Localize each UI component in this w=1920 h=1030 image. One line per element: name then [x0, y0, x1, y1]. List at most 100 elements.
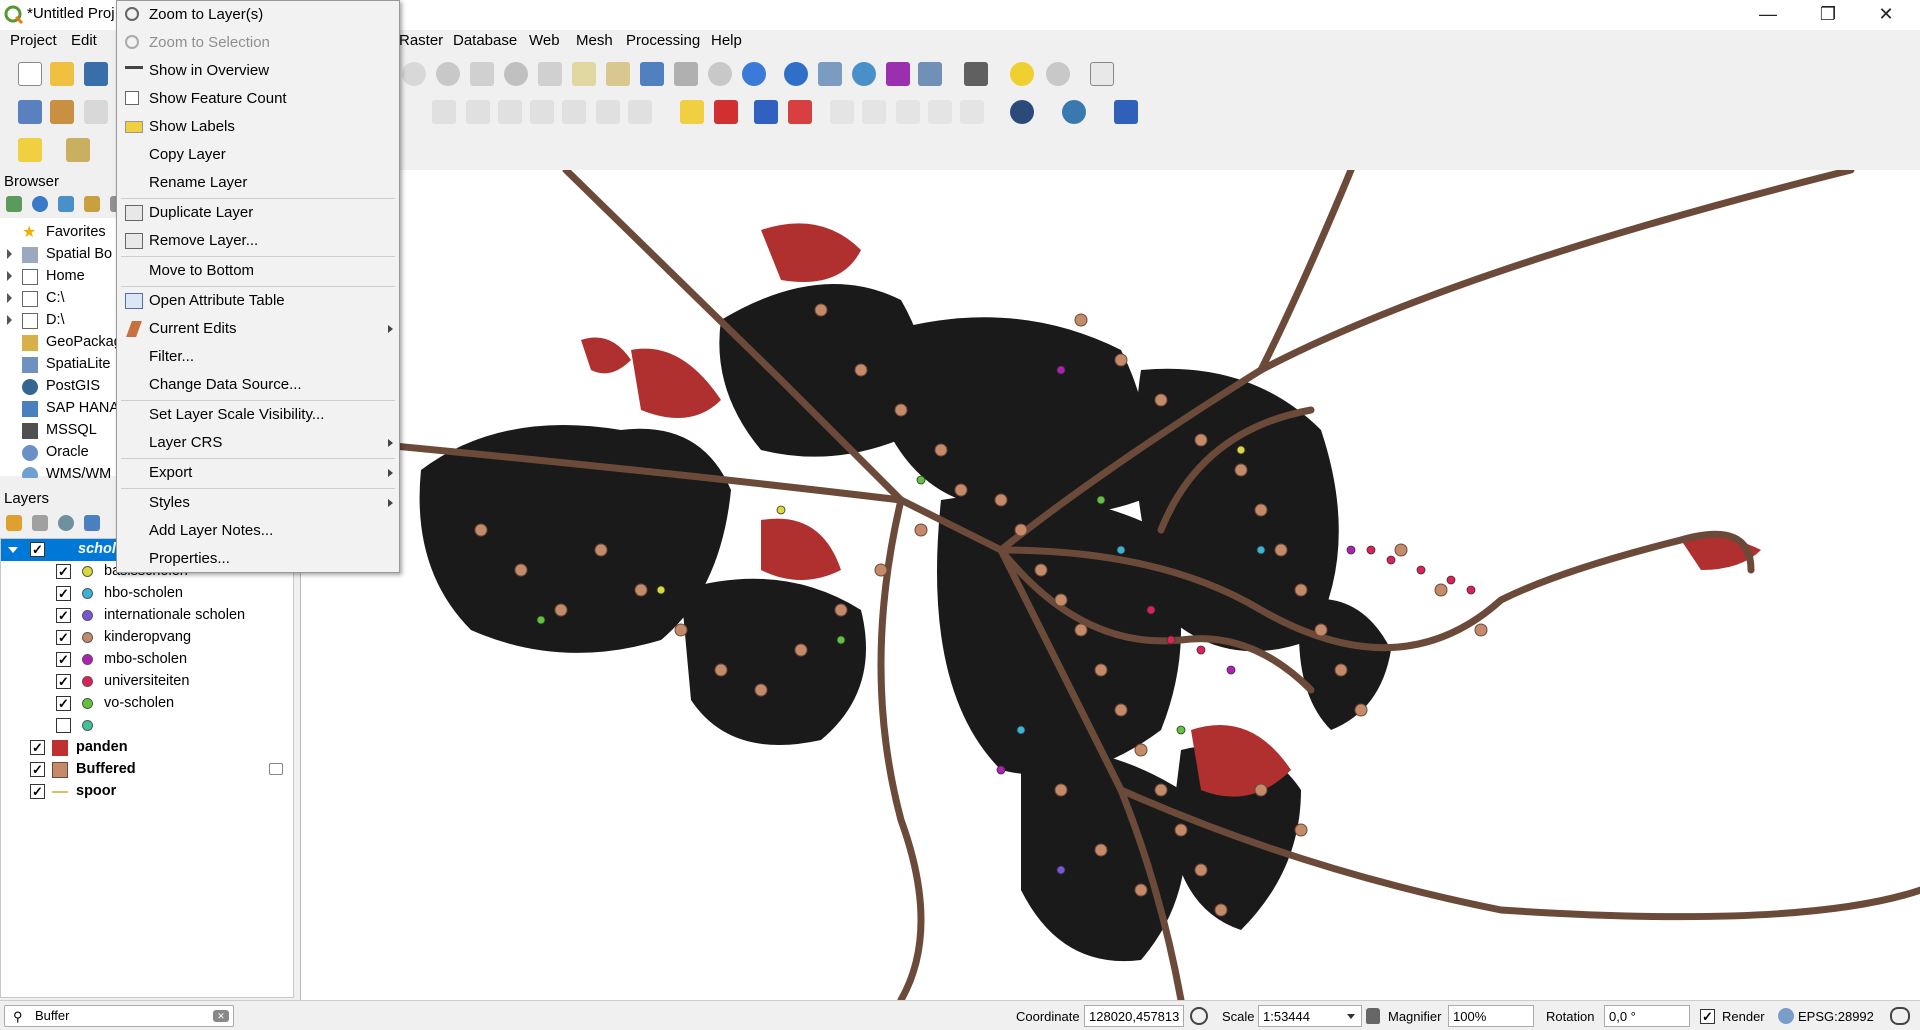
temporal-controller-icon[interactable] — [708, 62, 732, 86]
layer-visibility-checkbox[interactable]: ✓ — [30, 784, 45, 799]
menu-help[interactable]: Help — [711, 32, 742, 49]
restore-button[interactable]: ❐ — [1800, 0, 1856, 30]
sublayer-checkbox[interactable]: ✓ — [56, 564, 71, 579]
map-tips-icon[interactable] — [1010, 62, 1034, 86]
menu-item-export[interactable]: Export — [117, 460, 399, 486]
layer-visibility-checkbox[interactable]: ✓ — [30, 542, 45, 557]
messages-icon[interactable] — [1890, 1007, 1910, 1025]
change-label-icon[interactable] — [896, 100, 920, 124]
sublayer-checkbox[interactable]: ✓ — [56, 696, 71, 711]
zoom-next-icon[interactable] — [606, 62, 630, 86]
browser-refresh-icon[interactable] — [32, 196, 48, 212]
menu-project[interactable]: Project — [10, 32, 57, 49]
locator-search-input[interactable] — [35, 1008, 205, 1023]
select-features-icon[interactable] — [18, 138, 42, 162]
menu-item-open-attribute-table[interactable]: Open Attribute Table — [117, 288, 399, 314]
help-icon[interactable] — [1114, 100, 1138, 124]
menu-edit[interactable]: Edit — [71, 32, 97, 49]
delete-feature-icon[interactable] — [466, 100, 490, 124]
move-label-icon[interactable] — [830, 100, 854, 124]
filter-browser-icon[interactable] — [58, 196, 74, 212]
layer-visibility-checkbox[interactable]: ✓ — [30, 762, 45, 777]
sublayer-vo-scholen[interactable]: ✓ vo-scholen — [1, 693, 295, 715]
zoom-in-icon[interactable] — [402, 62, 426, 86]
paste-icon[interactable] — [562, 100, 586, 124]
redo-icon[interactable] — [628, 100, 652, 124]
menu-item-rename-layer[interactable]: Rename Layer — [117, 170, 399, 196]
temporary-layer-icon[interactable] — [269, 763, 283, 775]
field-calculator-icon[interactable] — [918, 62, 942, 86]
menu-item-zoom-to-selection[interactable]: Zoom to Selection — [117, 30, 399, 56]
label-properties-icon[interactable] — [960, 100, 984, 124]
label-abc-icon[interactable] — [680, 100, 704, 124]
toggle-extents-icon[interactable] — [1190, 1007, 1208, 1025]
zoom-last-icon[interactable] — [572, 62, 596, 86]
clear-search-icon[interactable]: ✕ — [213, 1010, 229, 1022]
sublayer-universiteiten[interactable]: ✓ universiteiten — [1, 671, 295, 693]
menu-item-set-scale-visibility[interactable]: Set Layer Scale Visibility... — [117, 402, 399, 428]
refresh-icon[interactable] — [742, 62, 766, 86]
menu-item-filter[interactable]: Filter... — [117, 344, 399, 370]
menu-item-copy-layer[interactable]: Copy Layer — [117, 142, 399, 168]
rotate-label-icon[interactable] — [862, 100, 886, 124]
sublayer-kinderopvang[interactable]: ✓ kinderopvang — [1, 627, 295, 649]
toolbox-gear-icon[interactable] — [852, 62, 876, 86]
layer-group-scholen[interactable]: ✓ schol — [1, 539, 125, 561]
pin-labels-icon[interactable] — [754, 100, 778, 124]
menu-raster[interactable]: Raster — [399, 32, 443, 49]
locator-search-box[interactable]: ⚲ ✕ — [4, 1005, 234, 1027]
new-geopackage-icon[interactable] — [50, 100, 74, 124]
menu-item-styles[interactable]: Styles — [117, 490, 399, 516]
menu-web[interactable]: Web — [529, 32, 560, 49]
chevron-down-icon[interactable] — [1347, 1014, 1355, 1019]
zoom-layer-icon[interactable] — [504, 62, 528, 86]
measure-icon[interactable] — [964, 62, 988, 86]
sublayer-checkbox[interactable]: ✓ — [56, 674, 71, 689]
collapse-all-icon[interactable] — [84, 196, 100, 212]
menu-item-add-layer-notes[interactable]: Add Layer Notes... — [117, 518, 399, 544]
menu-item-zoom-to-layer[interactable]: Zoom to Layer(s) — [117, 2, 399, 28]
zoom-full-icon[interactable] — [470, 62, 494, 86]
locator-icon[interactable] — [1046, 62, 1070, 86]
menu-item-duplicate-layer[interactable]: Duplicate Layer — [117, 200, 399, 226]
sublayer-checkbox[interactable]: ✓ — [56, 586, 71, 601]
manage-visibility-icon[interactable] — [58, 515, 74, 531]
layer-buffered[interactable]: ✓ Buffered — [1, 759, 295, 781]
menu-item-current-edits[interactable]: Current Edits — [117, 316, 399, 342]
map-canvas[interactable] — [300, 170, 1920, 1000]
style-panel-icon[interactable] — [6, 515, 22, 531]
crs-label[interactable]: EPSG:28992 — [1798, 1009, 1874, 1024]
save-project-icon[interactable] — [84, 62, 108, 86]
sublayer-checkbox[interactable]: ✓ — [56, 608, 71, 623]
layer-visibility-checkbox[interactable]: ✓ — [30, 740, 45, 755]
add-group-icon[interactable] — [32, 515, 48, 531]
menu-item-show-feature-count[interactable]: Show Feature Count — [117, 86, 399, 112]
sublayer-mbo-scholen[interactable]: ✓ mbo-scholen — [1, 649, 295, 671]
statistics-sigma-icon[interactable] — [886, 62, 910, 86]
menu-processing[interactable]: Processing — [626, 32, 700, 49]
new-project-icon[interactable] — [18, 62, 42, 86]
render-checkbox[interactable]: ✓ — [1700, 1009, 1715, 1024]
menu-item-move-to-bottom[interactable]: Move to Bottom — [117, 258, 399, 284]
show-bookmarks-icon[interactable] — [674, 62, 698, 86]
globe-plugin-icon[interactable] — [1010, 100, 1034, 124]
sublayer-checkbox[interactable]: ✓ — [56, 652, 71, 667]
filter-legend-icon[interactable] — [84, 515, 100, 531]
lock-scale-icon[interactable] — [1366, 1008, 1380, 1024]
menu-item-remove-layer[interactable]: Remove Layer... — [117, 228, 399, 254]
open-project-icon[interactable] — [50, 62, 74, 86]
layer-panden[interactable]: ✓ panden — [1, 737, 295, 759]
add-selected-icon[interactable] — [6, 196, 22, 212]
expand-arrow-icon[interactable] — [8, 547, 18, 553]
menu-item-show-labels[interactable]: Show Labels — [117, 114, 399, 140]
menu-item-show-in-overview[interactable]: Show in Overview — [117, 58, 399, 84]
minimize-button[interactable]: — — [1740, 0, 1796, 30]
sublayer-checkbox[interactable]: ✓ — [56, 630, 71, 645]
python-console-icon[interactable] — [1062, 100, 1086, 124]
coordinate-field[interactable]: 128020,457813 — [1084, 1005, 1184, 1027]
menu-mesh[interactable]: Mesh — [576, 32, 613, 49]
show-hide-labels-icon[interactable] — [928, 100, 952, 124]
menu-item-change-data-source[interactable]: Change Data Source... — [117, 372, 399, 398]
menu-database[interactable]: Database — [453, 32, 517, 49]
layer-spoor[interactable]: ✓ spoor — [1, 781, 295, 803]
